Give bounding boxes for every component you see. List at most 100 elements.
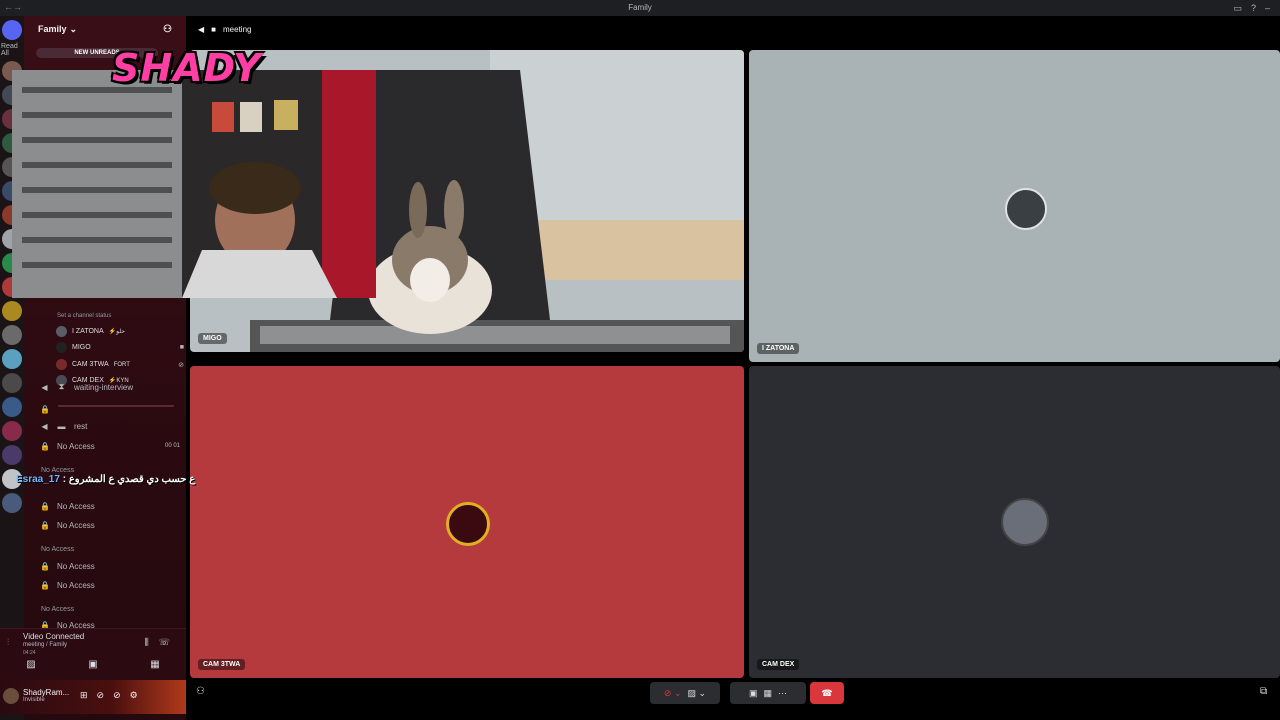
avatar bbox=[56, 326, 67, 337]
more-options-icon[interactable]: ⋯ bbox=[778, 688, 787, 699]
end-call-button[interactable]: ☎ bbox=[810, 682, 844, 704]
channel-no-access[interactable]: 🔒 No Access bbox=[40, 518, 180, 532]
popout-icon[interactable]: ⧉ bbox=[1260, 686, 1267, 697]
muted-icon: ⊘ bbox=[178, 361, 184, 369]
voice-user-tag: ⚡حلو bbox=[108, 329, 125, 335]
category-header[interactable]: No Access bbox=[41, 467, 74, 474]
channel-no-access[interactable]: 🔒 No Access bbox=[40, 499, 180, 513]
speaker-icon: ◀ bbox=[41, 421, 48, 431]
noise-suppression-icon[interactable]: ⫼ bbox=[145, 637, 149, 648]
voice-user[interactable]: CAM 3TWA FORT ⊘ bbox=[56, 358, 184, 371]
mic-muted-icon[interactable]: ⊘ ⌄ bbox=[664, 688, 682, 699]
channel-header: ◀ ■ meeting bbox=[186, 16, 1280, 42]
channel-label: rest bbox=[74, 421, 88, 431]
avatar bbox=[56, 359, 67, 370]
speaker-icon: ◀ bbox=[198, 24, 205, 34]
chevron-down-icon: ⌄ bbox=[69, 23, 78, 34]
server-icon[interactable] bbox=[2, 301, 22, 321]
voice-user-name: CAM 3TWA bbox=[72, 361, 109, 368]
video-tile-cam3twa[interactable]: CAM 3TWA bbox=[190, 366, 744, 678]
voice-user[interactable]: I ZATONA ⚡حلو bbox=[56, 325, 184, 338]
speaker-icon: ◀ bbox=[41, 382, 48, 392]
channel-locked[interactable]: 🔒 bbox=[40, 402, 180, 416]
chat-ticker: Esraa_17 : ع حسب دي قصدي ع المشروع bbox=[16, 474, 196, 485]
settings-gear-icon[interactable]: ⚙ bbox=[130, 690, 138, 701]
activities-icon[interactable]: ▦ bbox=[150, 659, 159, 670]
server-icon[interactable] bbox=[2, 445, 22, 465]
category-header[interactable]: No Access bbox=[41, 606, 74, 613]
voice-user-name: MIGO bbox=[72, 344, 91, 351]
avatar bbox=[1001, 498, 1049, 546]
inbox-icon[interactable]: ▭ bbox=[1233, 3, 1242, 14]
participant-name: I ZATONA bbox=[757, 343, 800, 354]
channel-label: waiting-interview bbox=[74, 382, 134, 392]
chat-username: Esraa_17 bbox=[16, 474, 60, 485]
lock-icon: 🔒 bbox=[40, 441, 50, 451]
add-user-icon[interactable]: ⚇ bbox=[163, 24, 172, 35]
channel-no-access[interactable]: 🔒 No Access bbox=[40, 578, 180, 592]
user-count-badge: 00 01 bbox=[164, 443, 180, 449]
channel-name: meeting bbox=[223, 24, 252, 34]
participant-name: CAM DEX bbox=[757, 659, 800, 670]
channel-no-access[interactable]: 🔒 No Access bbox=[40, 559, 180, 573]
voice-channel-waiting-interview[interactable]: ◀ ⧗ waiting-interview bbox=[40, 380, 180, 394]
hourglass-icon: ⧗ bbox=[58, 382, 65, 391]
hang-up-icon: ☎ bbox=[821, 687, 833, 698]
voice-user-name: I ZATONA bbox=[72, 328, 104, 335]
video-tile-camdex[interactable]: CAM DEX bbox=[749, 366, 1280, 678]
participant-name: CAM 3TWA bbox=[198, 659, 246, 670]
set-channel-status[interactable]: Set a channel status bbox=[57, 313, 111, 319]
server-icon[interactable] bbox=[2, 421, 22, 441]
voice-channel-path[interactable]: meeting / Family bbox=[23, 642, 67, 648]
camera-icon: ■ bbox=[179, 344, 184, 351]
read-all-button[interactable]: Read All bbox=[1, 43, 24, 57]
webcam-overlay bbox=[12, 70, 376, 298]
channel-label: No Access bbox=[57, 501, 95, 511]
avatar[interactable] bbox=[3, 688, 19, 704]
lock-icon: 🔒 bbox=[40, 404, 50, 414]
server-icon[interactable] bbox=[2, 325, 22, 345]
voice-connected-panel: ⫶ Video Connected meeting / Family 04:24… bbox=[0, 628, 186, 680]
voice-timer: 04:24 bbox=[23, 650, 36, 656]
help-icon[interactable]: ? bbox=[1251, 3, 1256, 14]
screen-share-icon[interactable]: ▣ bbox=[749, 688, 758, 699]
bed-icon: ▬ bbox=[57, 421, 66, 431]
category-header[interactable]: No Access bbox=[41, 546, 74, 553]
server-icon[interactable] bbox=[2, 397, 22, 417]
minimize-icon[interactable]: – bbox=[1265, 3, 1270, 14]
channel-label: No Access bbox=[57, 561, 95, 571]
invite-user-icon[interactable]: ⚇ bbox=[196, 686, 205, 697]
username[interactable]: ShadyRam... bbox=[23, 688, 69, 697]
channel-no-access[interactable]: 🔒 No Access 00 01 bbox=[40, 439, 180, 453]
activities-icon[interactable]: ▦ bbox=[764, 688, 773, 699]
avatar bbox=[446, 502, 490, 546]
camera-off-icon[interactable]: ▨ ⌄ bbox=[688, 688, 707, 699]
server-icon[interactable] bbox=[2, 493, 22, 513]
participant-name: MIGO bbox=[198, 333, 227, 344]
screen-share-icon[interactable]: ▣ bbox=[88, 659, 97, 670]
user-panel: ShadyRam... Invisible ⊞ ⊘ ⊘ ⚙ bbox=[0, 680, 186, 714]
lock-icon: 🔒 bbox=[40, 580, 50, 590]
server-header[interactable]: Family ⌄ ⚇ bbox=[24, 16, 186, 42]
home-icon[interactable] bbox=[2, 20, 22, 40]
signal-icon[interactable]: ⫶ bbox=[7, 637, 9, 648]
channel-label: No Access bbox=[57, 441, 95, 451]
voice-user[interactable]: MIGO ■ bbox=[56, 341, 184, 354]
webcam-feed bbox=[12, 70, 376, 298]
channel-label: No Access bbox=[57, 520, 95, 530]
disconnect-icon[interactable]: ☏ bbox=[159, 637, 170, 648]
lock-icon: 🔒 bbox=[40, 501, 50, 511]
voice-channel-rest[interactable]: ◀ ▬ rest bbox=[40, 419, 180, 433]
share-controls: ▣ ▦ ⋯ bbox=[730, 682, 806, 704]
window-title: Family bbox=[628, 3, 652, 12]
camera-off-icon[interactable]: ▨ bbox=[26, 659, 35, 670]
headphones-muted-icon[interactable]: ⊘ bbox=[113, 690, 121, 701]
video-tile-izatona[interactable]: I ZATONA bbox=[749, 50, 1280, 362]
server-icon[interactable] bbox=[2, 373, 22, 393]
lock-icon: 🔒 bbox=[40, 520, 50, 530]
game-controller-icon[interactable]: ⊞ bbox=[80, 690, 88, 701]
server-icon[interactable] bbox=[2, 349, 22, 369]
avatar bbox=[1005, 188, 1047, 230]
mic-muted-icon[interactable]: ⊘ bbox=[97, 690, 105, 701]
voice-status-title: Video Connected bbox=[23, 632, 85, 641]
